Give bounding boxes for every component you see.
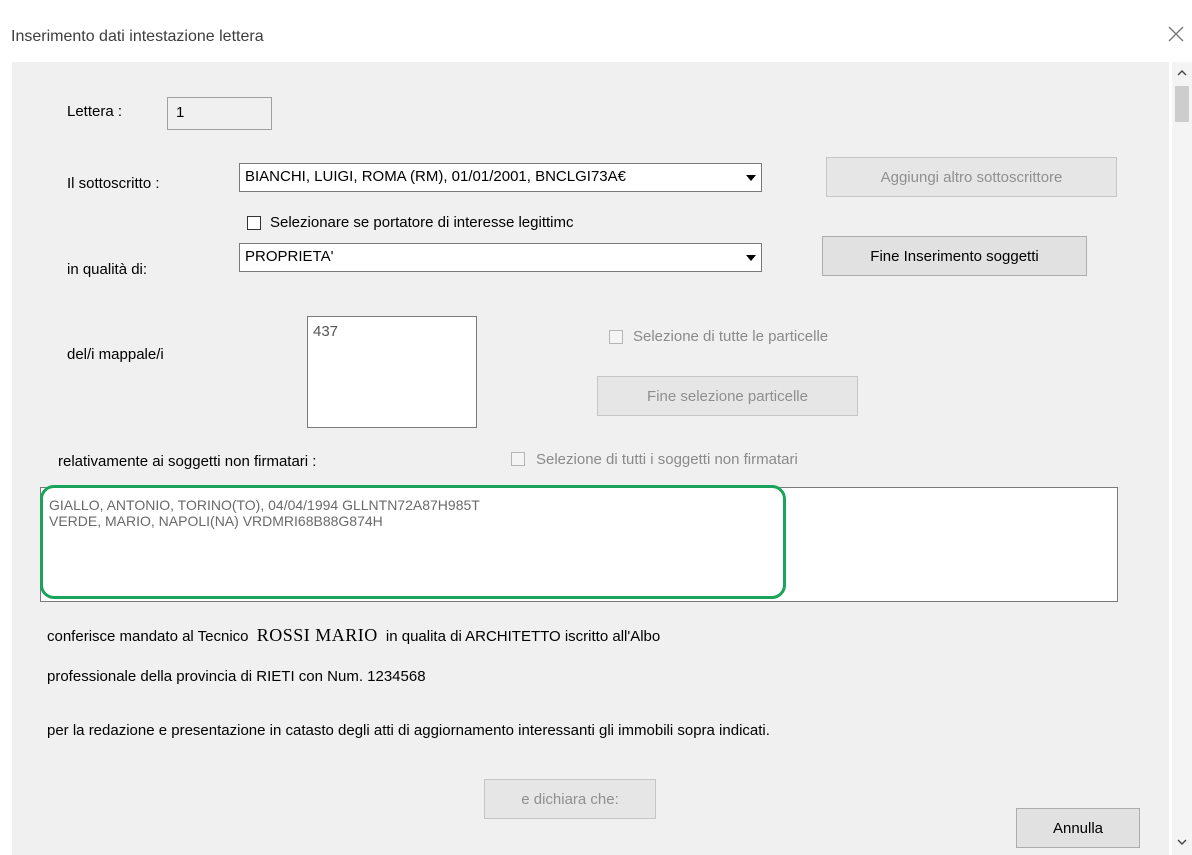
sottoscritto-label: Il sottoscritto : (67, 175, 160, 192)
mandato-prefix: conferisce mandato al Tecnico (47, 628, 249, 645)
qualita-value: PROPRIETA' (245, 248, 334, 265)
select-all-particelle-checkbox[interactable] (609, 330, 623, 344)
select-all-non-firmatari-label: Selezione di tutti i soggetti non firmat… (536, 451, 798, 468)
mappale-item[interactable]: 437 (313, 323, 338, 340)
mandato-suffix: in qualita di ARCHITETTO iscritto all'Al… (385, 628, 661, 645)
mandato-line-1: conferisce mandato al Tecnico ROSSI MARI… (47, 625, 660, 646)
lettera-field[interactable]: 1 (167, 97, 272, 130)
sottoscritto-combo[interactable]: BIANCHI, LUIGI, ROMA (RM), 01/01/2001, B… (239, 163, 762, 192)
close-icon[interactable] (1164, 22, 1188, 46)
scroll-thumb[interactable] (1175, 86, 1189, 122)
qualita-label: in qualità di: (67, 261, 148, 278)
mandato-line-3: per la redazione e presentazione in cata… (47, 722, 770, 739)
interesse-checkbox[interactable] (247, 216, 261, 230)
lettera-value: 1 (176, 104, 185, 121)
scroll-down-icon[interactable] (1174, 833, 1190, 851)
dichiara-button[interactable]: e dichiara che: (484, 779, 656, 819)
sottoscritto-value: BIANCHI, LUIGI, ROMA (RM), 01/01/2001, B… (245, 168, 626, 185)
select-all-non-firmatari-checkbox[interactable] (511, 452, 525, 466)
scroll-up-icon[interactable] (1174, 64, 1190, 82)
interesse-label: Selezionare se portatore di interesse le… (270, 214, 574, 231)
annulla-button[interactable]: Annulla (1016, 808, 1140, 848)
chevron-down-icon[interactable] (742, 245, 760, 270)
mappali-label: del/i mappale/i (67, 346, 164, 363)
vertical-scrollbar[interactable] (1172, 62, 1192, 855)
qualita-combo[interactable]: PROPRIETA' (239, 243, 762, 272)
window-title: Inserimento dati intestazione lettera (11, 28, 264, 45)
add-sottoscrittore-button[interactable]: Aggiungi altro sottoscrittore (826, 157, 1117, 197)
select-all-particelle-label: Selezione di tutte le particelle (633, 328, 829, 345)
highlight-annotation (40, 485, 786, 599)
mandato-line-2: professionale della provincia di RIETI c… (47, 668, 426, 685)
mappali-listbox[interactable]: 437 (307, 316, 477, 428)
chevron-down-icon[interactable] (742, 165, 760, 190)
non-firmatari-label: relativamente ai soggetti non firmatari … (58, 453, 317, 470)
tecnico-name: ROSSI MARIO (256, 625, 378, 645)
fine-selezione-particelle-button[interactable]: Fine selezione particelle (597, 376, 858, 416)
fine-inserimento-soggetti-button[interactable]: Fine Inserimento soggetti (822, 236, 1087, 276)
lettera-label: Lettera : (67, 103, 123, 120)
